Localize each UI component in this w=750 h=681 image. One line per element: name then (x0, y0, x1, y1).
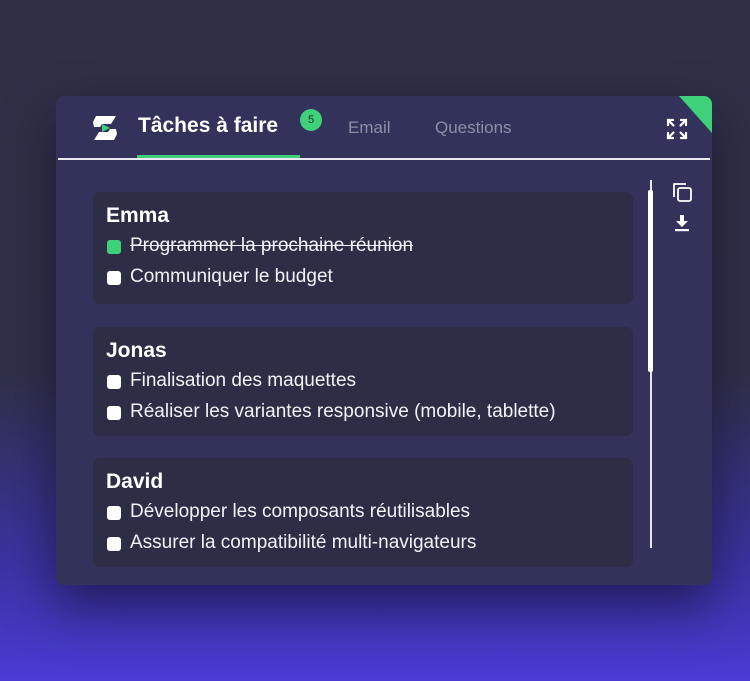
tasks-panel: Tâches à faire 5 Email Questions Emma Pr… (56, 96, 712, 585)
brand-logo-icon (93, 116, 117, 140)
task-text: Assurer la compatibilité multi-navigateu… (130, 532, 477, 553)
scrollbar[interactable] (648, 180, 653, 548)
card-name: Jonas (106, 339, 167, 362)
task-checkbox[interactable] (107, 537, 121, 551)
task-text: Communiquer le budget (130, 266, 333, 287)
tab-todo[interactable]: Tâches à faire (138, 114, 278, 138)
expand-icon[interactable] (666, 118, 688, 140)
task-text: Finalisation des maquettes (130, 370, 357, 391)
card-name: David (106, 470, 164, 493)
todo-count-badge: 5 (300, 109, 322, 131)
copy-icon[interactable] (670, 180, 694, 204)
header-divider (58, 158, 710, 160)
task-card-emma: Emma Programmer la prochaine réunion Com… (93, 192, 633, 304)
task-checkbox[interactable] (107, 271, 121, 285)
task-checkbox[interactable] (107, 240, 121, 254)
task-checkbox[interactable] (107, 506, 121, 520)
task-text: Programmer la prochaine réunion (130, 235, 414, 256)
task-card-jonas: Jonas Finalisation des maquettes Réalise… (93, 327, 633, 436)
task-checkbox[interactable] (107, 406, 121, 420)
scrollbar-thumb[interactable] (648, 190, 653, 372)
download-icon[interactable] (673, 214, 691, 232)
task-text: Développer les composants réutilisables (130, 501, 471, 522)
task-text: Réaliser les variantes responsive (mobil… (130, 401, 556, 422)
card-name: Emma (106, 204, 170, 227)
task-checkbox[interactable] (107, 375, 121, 389)
task-card-david: David Développer les composants réutilis… (93, 458, 633, 567)
tab-questions[interactable]: Questions (435, 118, 512, 138)
tab-email[interactable]: Email (348, 118, 391, 138)
panel-header: Tâches à faire 5 Email Questions (56, 96, 712, 160)
